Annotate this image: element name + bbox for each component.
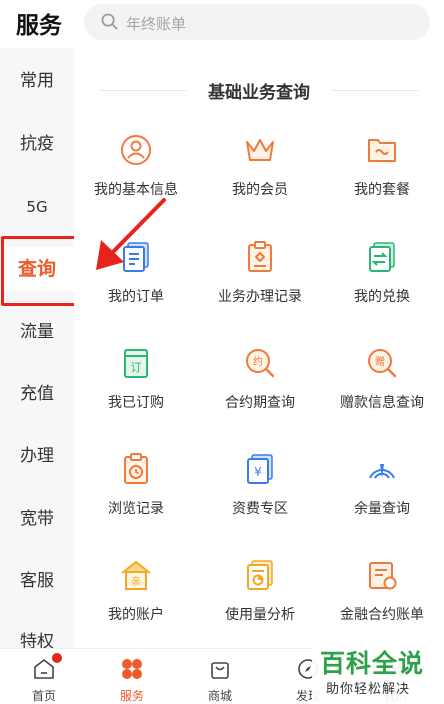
watermark-subtitle: 助你轻松解决 [326,682,411,697]
svg-text:¥: ¥ [254,465,262,479]
shopping-bag-icon [211,662,229,679]
grid-item-label: 资费专区 [232,501,288,517]
svg-text:订: 订 [131,361,142,374]
tab-label: 服务 [119,689,144,703]
grid-item-label: 合约期查询 [225,395,295,411]
grid-item-label: 使用量分析 [225,607,295,623]
package-folder-icon [368,139,396,162]
signal-gauge-icon [369,464,395,479]
exchange-icon [369,242,395,272]
grid-item-contract-query[interactable]: 约 合约期查询 [198,346,322,426]
grid-item-membership[interactable]: 我的会员 [198,133,322,213]
grid-item-my-package[interactable]: 我的套餐 [320,133,444,213]
grid-item-label: 我的订单 [108,289,164,305]
grid-item-basic-info[interactable]: 我的基本信息 [74,133,198,213]
tab-mall[interactable]: 商城 [176,649,264,704]
grid-item-label: 业务办理记录 [218,289,302,305]
sidebar-item-流量[interactable]: 流量 [0,312,74,352]
account-house-icon: 亲 [121,561,151,590]
tab-label: 首页 [31,689,56,703]
grid-item-label: 我的会员 [232,182,288,198]
crown-icon [246,139,274,161]
grid-item-label: 我已订购 [108,395,164,411]
tab-service[interactable]: 服务 [88,649,176,704]
page-title: 服务 [16,13,62,39]
grid-item-gift-query[interactable]: 赠 赠款信息查询 [320,346,444,426]
top-bar: 服务 年终账单 [0,0,444,48]
sidebar-item-充值[interactable]: 充值 [0,374,74,414]
history-clock-icon [124,453,148,484]
grid-item-business-records[interactable]: 业务办理记录 [198,240,322,320]
search-box[interactable]: 年终账单 [84,4,430,40]
gift-search-icon: 赠 [368,349,397,378]
watermark: 百科全说 助你轻松解决 [312,642,444,704]
clipboard-record-icon [248,241,272,272]
finance-bill-icon [369,562,397,590]
search-icon [101,13,118,30]
grid-item-my-exchange[interactable]: 我的兑换 [320,240,444,320]
order-document-icon [123,242,149,272]
sidebar-item-抗疫[interactable]: 抗疫 [0,124,74,164]
grid-item-label: 赠款信息查询 [340,395,424,411]
watermark-title: 百科全说 [320,649,425,678]
search-placeholder: 年终账单 [126,15,187,33]
sidebar-item-宽带[interactable]: 宽带 [0,499,74,539]
svg-text:约: 约 [253,355,263,368]
category-sidebar: 常用 抗疫 5G 查询 流量 充值 办理 宽带 客服 特权 [0,48,74,648]
grid-item-label: 我的套餐 [354,182,410,198]
grid-item-my-account[interactable]: 亲 我的账户 [74,558,198,638]
sidebar-item-特权[interactable]: 特权 [0,622,74,648]
tab-label: 商城 [207,689,232,703]
highlight-box [1,236,78,306]
sidebar-item-5g[interactable]: 5G [0,187,74,227]
sidebar-item-客服[interactable]: 客服 [0,561,74,601]
grid-item-label: 金融合约账单 [340,607,424,623]
grid-item-label: 我的基本信息 [94,182,178,198]
grid-item-label: 我的账户 [108,607,164,623]
grid-item-browse-history[interactable]: 浏览记录 [74,452,198,532]
grid-item-subscribed[interactable]: 订 我已订购 [74,346,198,426]
grid-item-tariff-zone[interactable]: ¥ 资费专区 [198,452,322,532]
sidebar-item-常用[interactable]: 常用 [0,61,74,101]
sidebar-item-办理[interactable]: 办理 [0,436,74,476]
grid-item-balance-query[interactable]: 余量查询 [320,452,444,532]
grid-item-label: 余量查询 [354,501,410,517]
section-title: 基础业务查询 [208,83,310,103]
grid-item-label: 我的兑换 [354,289,410,305]
notification-dot [52,653,62,663]
usage-chart-icon [247,560,273,590]
contract-search-icon: 约 [246,349,275,378]
tab-home[interactable]: 首页 [0,649,88,704]
svg-text:亲: 亲 [131,575,141,588]
svg-text:赠: 赠 [375,355,385,368]
grid-item-my-orders[interactable]: 我的订单 [74,240,198,320]
tariff-yuan-icon: ¥ [247,454,273,484]
main-content: 基础业务查询 我的基本信息 我的会员 我的套餐 我的订单 业务办理记录 我的兑换… [74,48,444,648]
service-grid-icon [122,659,142,679]
grid-item-usage-analysis[interactable]: 使用量分析 [198,558,322,638]
person-icon [121,135,151,165]
grid-item-finance-bill[interactable]: 金融合约账单 [320,558,444,638]
subscribed-calendar-icon: 订 [124,349,148,378]
grid-item-label: 浏览记录 [108,501,164,517]
